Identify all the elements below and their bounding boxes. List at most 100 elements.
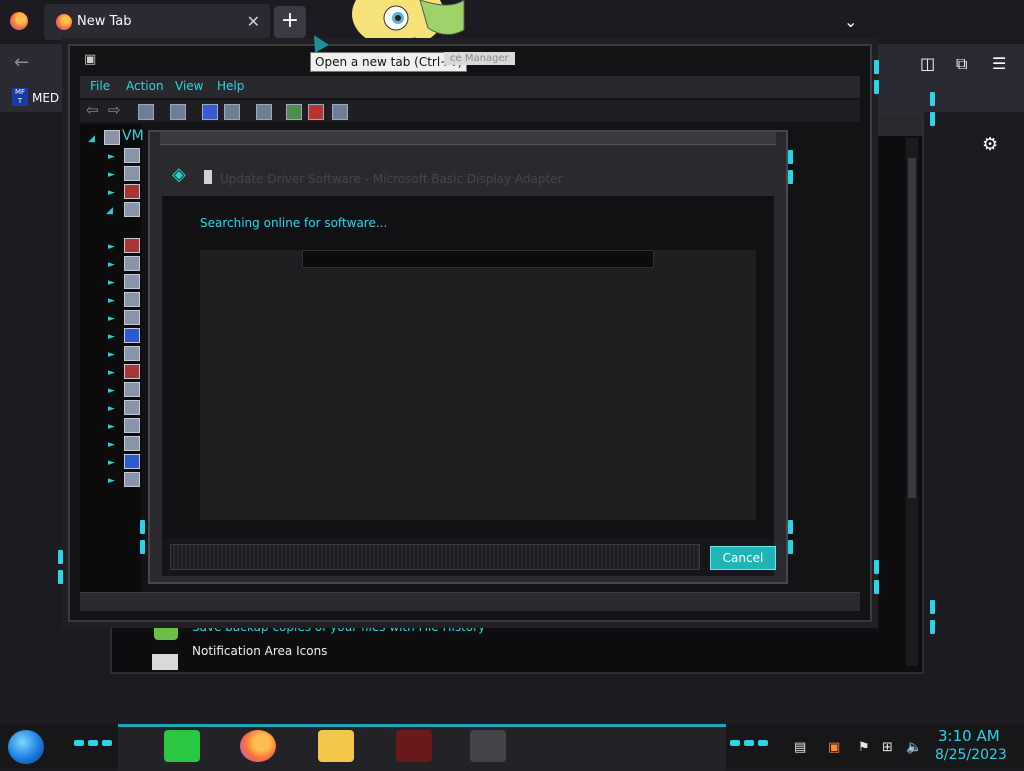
sound-icon[interactable] xyxy=(124,418,140,433)
device-manager-statusbar xyxy=(80,592,860,611)
tree-expand-icon[interactable]: ► xyxy=(108,350,115,360)
back-arrow-icon[interactable]: ← xyxy=(14,52,29,73)
tree-expand-icon[interactable]: ► xyxy=(108,386,115,396)
bookmark-item[interactable]: MED xyxy=(32,91,59,105)
firefox-icon[interactable] xyxy=(10,12,28,30)
window-accent xyxy=(930,112,935,126)
firefox-taskbar-icon[interactable] xyxy=(240,730,276,762)
clock-time[interactable]: 3:10 AM xyxy=(938,727,1000,745)
update-driver-icon[interactable] xyxy=(286,104,302,120)
app-tray-icon[interactable]: ▣ xyxy=(828,740,840,755)
desktop-toggle-icon[interactable]: ▤ xyxy=(794,740,806,755)
tree-expand-icon[interactable]: ► xyxy=(108,152,115,162)
hid-icon[interactable] xyxy=(124,256,140,271)
tree-expand-icon[interactable]: ► xyxy=(108,314,115,324)
tree-expand-icon[interactable]: ► xyxy=(108,188,115,198)
disk-drive-icon[interactable] xyxy=(124,184,140,199)
show-hide-icon[interactable] xyxy=(170,104,186,120)
dvd-icon[interactable] xyxy=(124,238,140,253)
file-history-link[interactable]: Save backup copies of your files with Fi… xyxy=(192,620,485,634)
storage-icon[interactable] xyxy=(124,400,140,415)
dialog-back-icon[interactable]: ◈ xyxy=(172,164,192,188)
network-adapter-icon[interactable] xyxy=(124,346,140,361)
device-small-icon xyxy=(204,170,212,184)
system-devices-icon[interactable] xyxy=(124,436,140,451)
gear-icon[interactable]: ⚙ xyxy=(982,134,998,155)
notes-app-icon[interactable] xyxy=(164,730,200,762)
mouse-icon[interactable] xyxy=(124,310,140,325)
view-icon[interactable] xyxy=(224,104,240,120)
update-driver-dialog: ◈ Update Driver Software - Microsoft Bas… xyxy=(148,130,788,584)
tree-expand-icon[interactable]: ► xyxy=(108,458,115,468)
window-accent xyxy=(140,520,145,534)
tree-expand-icon[interactable]: ► xyxy=(108,296,115,306)
window-accent xyxy=(140,540,145,554)
tree-expand-icon[interactable]: ► xyxy=(108,404,115,414)
scan-hardware-icon[interactable] xyxy=(256,104,272,120)
tree-expand-icon[interactable]: ► xyxy=(108,170,115,180)
tab-close-icon[interactable]: ✕ xyxy=(247,12,260,31)
ide-icon[interactable] xyxy=(124,274,140,289)
clock-date[interactable]: 8/25/2023 xyxy=(935,747,1007,763)
control-panel-scrollbar[interactable] xyxy=(906,138,918,666)
menu-icon[interactable]: ☰ xyxy=(992,54,1006,73)
taskbar-decor xyxy=(758,740,768,746)
tree-expand-icon[interactable]: ► xyxy=(108,278,115,288)
extensions-icon[interactable]: ⧉ xyxy=(956,54,967,74)
tree-expand-icon[interactable]: ► xyxy=(108,242,115,252)
usb-controller-icon[interactable] xyxy=(124,472,140,487)
enable-device-icon[interactable] xyxy=(332,104,348,120)
tree-expand-icon[interactable]: ► xyxy=(108,476,115,486)
network-icon[interactable]: ⊞ xyxy=(882,740,893,755)
keyboard-icon[interactable] xyxy=(124,292,140,307)
flag-icon[interactable]: ⚑ xyxy=(858,740,870,755)
display-adapter-icon[interactable] xyxy=(124,202,140,217)
start-button[interactable] xyxy=(8,730,44,764)
window-accent xyxy=(788,520,793,534)
processor-icon[interactable] xyxy=(124,382,140,397)
tree-expand-icon[interactable]: ► xyxy=(108,260,115,270)
menu-action[interactable]: Action xyxy=(126,79,164,93)
monitor-icon[interactable] xyxy=(124,328,140,343)
usb-icon[interactable] xyxy=(124,454,140,469)
volume-icon[interactable]: 🔈 xyxy=(906,740,922,755)
game-app-icon[interactable] xyxy=(396,730,432,762)
device-manager-taskbar-icon[interactable] xyxy=(470,730,506,762)
new-tab-button[interactable]: + xyxy=(274,6,306,38)
tab-new-tab[interactable]: New Tab ✕ xyxy=(44,4,270,40)
window-title-partial: ce Manager xyxy=(444,52,515,65)
tree-collapse-icon[interactable]: ◢ xyxy=(88,134,95,144)
menu-help[interactable]: Help xyxy=(217,79,244,93)
notification-area-icon xyxy=(152,654,178,670)
tree-expand-icon[interactable]: ► xyxy=(108,440,115,450)
device-manager-system-icon[interactable]: ▣ xyxy=(84,52,96,67)
tree-expand-icon[interactable]: ► xyxy=(108,422,115,432)
taskbar-decor xyxy=(744,740,754,746)
menu-file[interactable]: File xyxy=(90,79,110,93)
properties-icon[interactable] xyxy=(138,104,154,120)
file-explorer-icon[interactable] xyxy=(318,730,354,762)
scrollbar-thumb[interactable] xyxy=(908,158,916,498)
pocket-icon[interactable]: ◫ xyxy=(920,54,935,73)
uninstall-device-icon[interactable] xyxy=(308,104,324,120)
back-icon[interactable]: ⇦ xyxy=(86,101,99,119)
forward-icon[interactable]: ⇨ xyxy=(108,101,121,119)
tree-root-label[interactable]: VM xyxy=(122,128,144,144)
window-accent xyxy=(874,580,879,594)
dialog-title: Update Driver Software - Microsoft Basic… xyxy=(220,172,563,186)
help-icon[interactable] xyxy=(202,104,218,120)
computer-icon xyxy=(104,130,120,145)
audio-icon[interactable] xyxy=(124,148,140,163)
tree-collapse-icon[interactable]: ◢ xyxy=(106,206,113,216)
window-accent xyxy=(874,80,879,94)
port-icon[interactable] xyxy=(124,364,140,379)
taskbar-decor xyxy=(74,740,84,746)
menu-view[interactable]: View xyxy=(175,79,203,93)
window-accent xyxy=(788,170,793,184)
list-all-tabs-icon[interactable]: ⌄ xyxy=(844,12,857,31)
notification-area-heading[interactable]: Notification Area Icons xyxy=(192,644,327,658)
computer-node-icon[interactable] xyxy=(124,166,140,181)
cancel-button[interactable]: Cancel xyxy=(710,546,776,570)
tree-expand-icon[interactable]: ► xyxy=(108,332,115,342)
tree-expand-icon[interactable]: ► xyxy=(108,368,115,378)
